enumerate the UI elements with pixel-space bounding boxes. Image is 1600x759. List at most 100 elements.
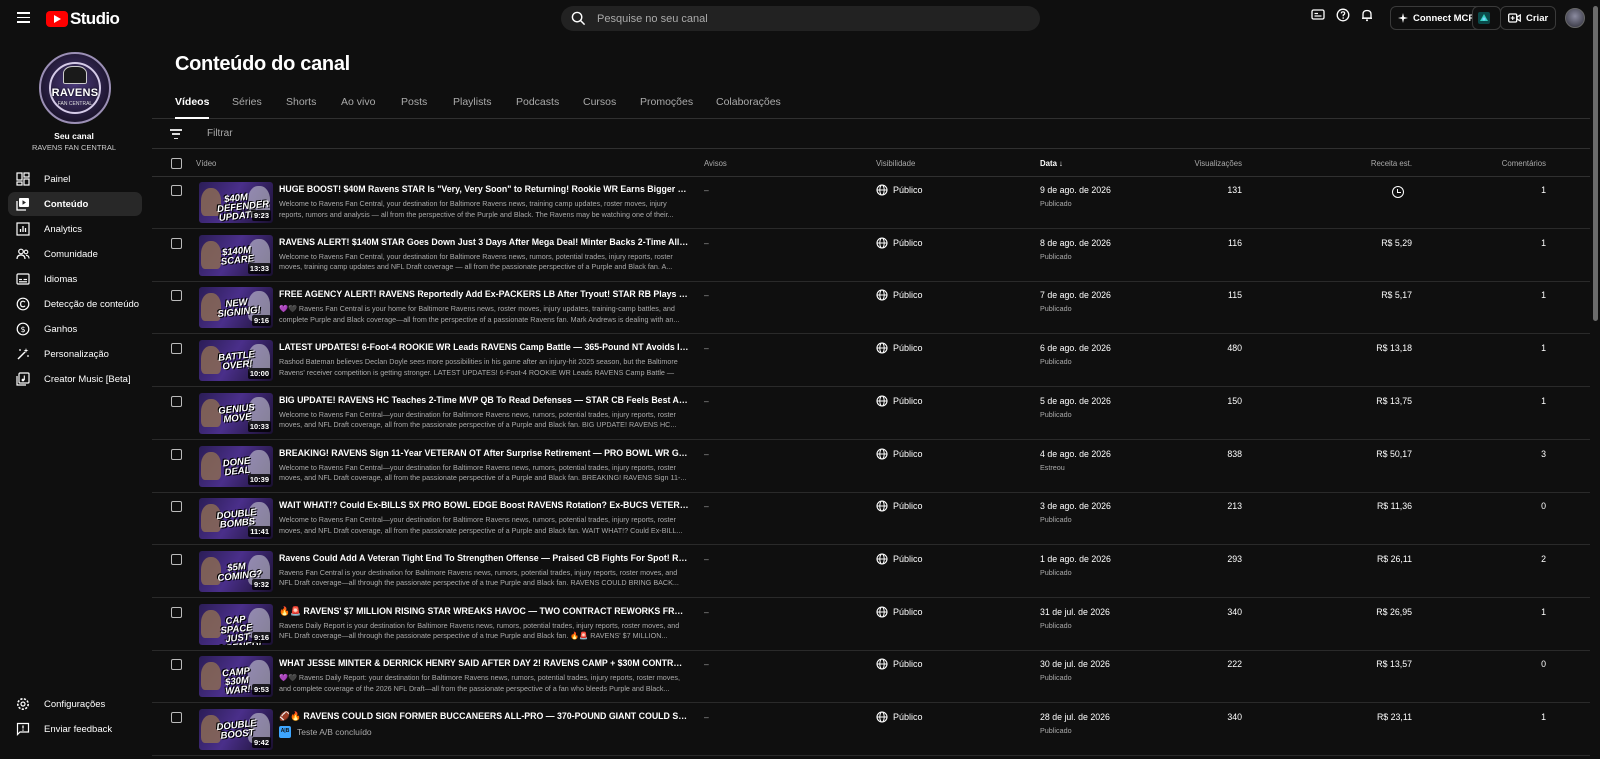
tab-series[interactable]: Séries — [232, 96, 262, 108]
comments-count[interactable]: 1 — [1482, 343, 1546, 353]
sidebar-item-deteccao[interactable]: Detecção de conteúdo — [8, 292, 142, 316]
video-thumbnail[interactable]: BATTLE OVER! 10:00 — [199, 340, 273, 382]
video-title[interactable]: RAVENS ALERT! $140M STAR Goes Down Just … — [279, 237, 689, 247]
video-thumbnail[interactable]: NEW SIGNING! 9:16 — [199, 287, 273, 329]
comments-count[interactable]: 1 — [1482, 396, 1546, 406]
row-checkbox[interactable] — [171, 395, 182, 407]
connect-mcp-button[interactable]: Connect MCP — [1390, 6, 1483, 30]
row-checkbox[interactable] — [171, 448, 182, 460]
select-all-checkbox[interactable] — [171, 158, 182, 169]
tab-ao-vivo[interactable]: Ao vivo — [341, 96, 375, 108]
video-title[interactable]: HUGE BOOST! $40M Ravens STAR Is "Very, V… — [279, 184, 689, 194]
video-thumbnail[interactable]: DOUBLE BOMBS 11:41 — [199, 498, 273, 540]
column-comentarios[interactable]: Comentários — [1462, 159, 1546, 168]
table-row[interactable]: DONE DEAL 10:39 BREAKING! RAVENS Sign 11-Y… — [152, 441, 1590, 493]
video-title[interactable]: BREAKING! RAVENS Sign 11-Year VETERAN OT… — [279, 448, 689, 458]
row-checkbox[interactable] — [171, 185, 182, 196]
tab-cursos[interactable]: Cursos — [583, 96, 616, 108]
page-scrollbar[interactable] — [1590, 0, 1600, 759]
help-icon[interactable] — [1336, 8, 1350, 22]
account-avatar[interactable] — [1565, 8, 1585, 28]
video-title[interactable]: 🔥🚨 RAVENS' $7 MILLION RISING STAR WREAKS… — [279, 606, 689, 617]
sidebar-item-painel[interactable]: Painel — [8, 167, 142, 191]
comments-count[interactable]: 1 — [1482, 607, 1546, 617]
table-row[interactable]: DOUBLE BOOST 9:42 🏈🔥 RAVENS COULD SIGN FOR… — [152, 704, 1590, 756]
table-row[interactable]: $140M SCARE 13:33 RAVENS ALERT! $140M STAR… — [152, 230, 1590, 282]
table-row[interactable]: $40M DEFENDER UPDATE 9:23 HUGE BOOST! $40M… — [152, 177, 1590, 229]
video-thumbnail[interactable]: $140M SCARE 13:33 — [199, 234, 273, 276]
table-row[interactable]: DOUBLE BOMBS 11:41 WAIT WHAT!? Could Ex-BI… — [152, 493, 1590, 546]
sidebar-item-idiomas[interactable]: Idiomas — [8, 267, 142, 291]
video-title[interactable]: Ravens Could Add A Veteran Tight End To … — [279, 553, 689, 563]
column-visualizacoes[interactable]: Visualizações — [1152, 159, 1242, 168]
comments-count[interactable]: 1 — [1482, 290, 1546, 300]
studio-logo[interactable]: Studio — [46, 9, 120, 29]
visibility-dropdown[interactable]: Público — [876, 395, 923, 407]
ab-test-status[interactable]: Teste A/B concluído — [279, 726, 372, 738]
notifications-icon[interactable] — [1360, 8, 1374, 22]
video-title[interactable]: 🏈🔥 RAVENS COULD SIGN FORMER BUCCANEERS A… — [279, 711, 689, 722]
table-row[interactable]: NEW SIGNING! 9:16 FREE AGENCY ALERT! RAVEN… — [152, 282, 1590, 335]
table-row[interactable]: $5M COMING? 9:32 Ravens Could Add A Vetera… — [152, 546, 1590, 598]
sidebar-item-conteudo[interactable]: Conteúdo — [8, 192, 142, 216]
visibility-dropdown[interactable]: Público — [876, 447, 923, 460]
sidebar-item-personalizacao[interactable]: Personalização — [8, 342, 142, 366]
filter-bar[interactable]: Filtrar — [152, 120, 1590, 149]
visibility-dropdown[interactable]: Público — [876, 237, 923, 249]
video-title[interactable]: WHAT JESSE MINTER & DERRICK HENRY SAID A… — [279, 658, 689, 668]
visibility-dropdown[interactable]: Público — [876, 553, 923, 565]
video-thumbnail[interactable]: $40M DEFENDER UPDATE 9:23 — [199, 182, 273, 223]
row-checkbox[interactable] — [171, 290, 182, 302]
video-thumbnail[interactable]: DONE DEAL 10:39 — [199, 445, 273, 487]
visibility-dropdown[interactable]: Público — [876, 711, 923, 723]
row-checkbox[interactable] — [171, 501, 182, 513]
comments-count[interactable]: 1 — [1482, 185, 1546, 195]
tab-shorts[interactable]: Shorts — [286, 96, 316, 108]
visibility-dropdown[interactable]: Público — [876, 658, 923, 670]
video-thumbnail[interactable]: DOUBLE BOOST 9:42 — [199, 709, 273, 750]
menu-icon[interactable] — [17, 12, 30, 23]
sidebar-item-configuracoes[interactable]: Configurações — [8, 692, 142, 716]
video-thumbnail[interactable]: CAMP $30M WAR! 9:53 — [199, 656, 273, 698]
column-visibilidade[interactable]: Visibilidade — [876, 159, 915, 168]
video-thumbnail[interactable]: GENIUS MOVE 10:33 — [199, 392, 273, 434]
sidebar-item-feedback[interactable]: Enviar feedback — [8, 717, 142, 741]
column-avisos[interactable]: Avisos — [704, 159, 727, 168]
tab-promocoes[interactable]: Promoções — [640, 96, 693, 108]
extension-button[interactable] — [1472, 6, 1501, 30]
video-title[interactable]: BIG UPDATE! RAVENS HC Teaches 2-Time MVP… — [279, 395, 689, 405]
table-row[interactable]: CAMP $30M WAR! 9:53 WHAT JESSE MINTER & DE… — [152, 651, 1590, 704]
video-title[interactable]: FREE AGENCY ALERT! RAVENS Reportedly Add… — [279, 289, 689, 299]
sidebar-item-comunidade[interactable]: Comunidade — [8, 242, 142, 266]
row-checkbox[interactable] — [171, 606, 182, 618]
video-title[interactable]: LATEST UPDATES! 6-Foot-4 ROOKIE WR Leads… — [279, 342, 689, 352]
visibility-dropdown[interactable]: Público — [876, 500, 923, 512]
comments-count[interactable]: 0 — [1482, 501, 1546, 511]
search-input[interactable]: Pesquise no seu canal — [561, 6, 1040, 31]
visibility-dropdown[interactable]: Público — [876, 606, 923, 618]
row-checkbox[interactable] — [171, 659, 182, 671]
table-row[interactable]: CAP SPACE JUST OPENED!9:16 🔥🚨 RAVENS' $7 … — [152, 599, 1590, 651]
column-video[interactable]: Vídeo — [196, 159, 216, 168]
create-button[interactable]: Criar — [1500, 6, 1557, 30]
scrollbar-thumb[interactable] — [1593, 6, 1598, 321]
tab-posts[interactable]: Posts — [401, 96, 427, 108]
comments-count[interactable]: 2 — [1482, 554, 1546, 564]
tab-podcasts[interactable]: Podcasts — [516, 96, 559, 108]
row-checkbox[interactable] — [171, 343, 182, 355]
row-checkbox[interactable] — [171, 553, 182, 565]
sidebar-item-creator-music[interactable]: Creator Music [Beta] — [8, 367, 142, 391]
video-title[interactable]: WAIT WHAT!? Could Ex-BILLS 5X PRO BOWL E… — [279, 500, 689, 510]
filter-icon[interactable] — [170, 129, 182, 139]
visibility-dropdown[interactable]: Público — [876, 184, 923, 196]
table-row[interactable]: BATTLE OVER! 10:00 LATEST UPDATES! 6-Foot-… — [152, 335, 1590, 388]
tab-colaboracoes[interactable]: Colaborações — [716, 96, 781, 108]
visibility-dropdown[interactable]: Público — [876, 289, 923, 301]
comments-count[interactable]: 1 — [1482, 712, 1546, 722]
sidebar-item-ganhos[interactable]: $ Ganhos — [8, 317, 142, 341]
video-thumbnail[interactable]: $5M COMING? 9:32 — [199, 550, 273, 592]
tab-videos[interactable]: Vídeos — [175, 96, 210, 119]
row-checkbox[interactable] — [171, 712, 182, 723]
column-receita[interactable]: Receita est. — [1332, 159, 1412, 168]
tab-playlists[interactable]: Playlists — [453, 96, 492, 108]
